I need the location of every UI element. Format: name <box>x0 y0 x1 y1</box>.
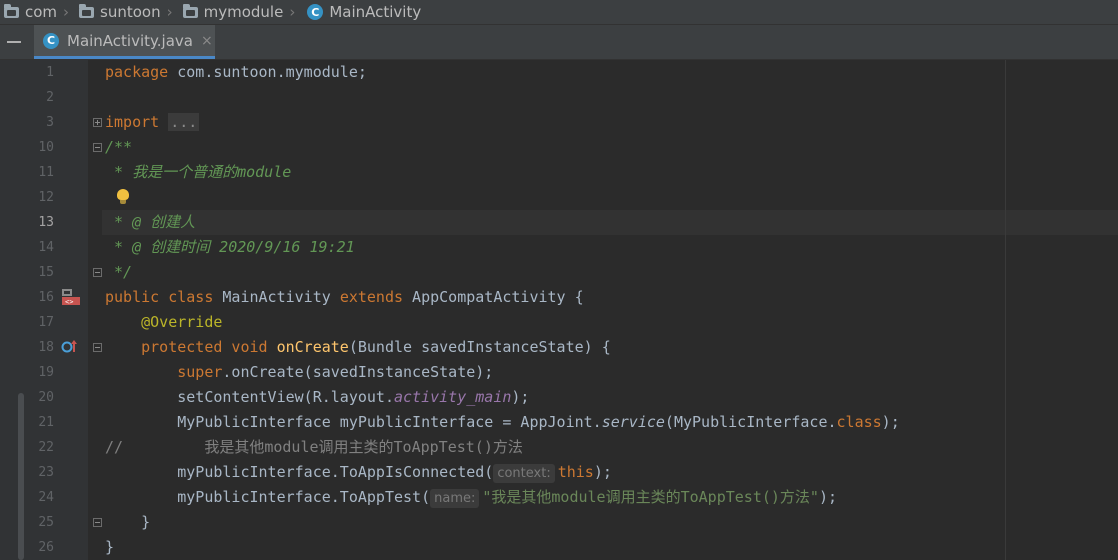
code-line: * @ 创建人 <box>105 213 196 231</box>
fold-end-icon[interactable] <box>93 518 102 527</box>
breadcrumb-label: com <box>25 3 58 21</box>
code-line: } <box>141 513 151 531</box>
code-line: protected void onCreate(Bundle savedInst… <box>141 338 611 356</box>
breadcrumb-item-mymodule[interactable]: mymodule <box>179 0 284 24</box>
line-number: 25 <box>38 515 54 530</box>
line-number: 15 <box>38 265 54 280</box>
breadcrumb-item-com[interactable]: com <box>0 0 57 24</box>
fold-gutter <box>88 60 102 560</box>
breadcrumb-item-suntoon[interactable]: suntoon <box>75 0 161 24</box>
line-number: 11 <box>38 165 54 180</box>
folder-icon <box>4 3 19 18</box>
line-number: 2 <box>46 90 54 105</box>
line-number: 16 <box>38 290 54 305</box>
code-line: myPublicInterface.ToAppTest(name: "我是其他mo… <box>177 488 838 508</box>
code-editor[interactable]: package com.suntoon.mymodule; import ...… <box>102 60 1118 560</box>
code-line: setContentView(R.layout.activity_main); <box>177 388 530 406</box>
code-line: import ... <box>105 113 200 131</box>
line-number: 23 <box>38 465 54 480</box>
code-line: myPublicInterface.ToAppIsConnected(conte… <box>177 463 612 483</box>
line-number: 18 <box>38 340 54 355</box>
editor-tab-bar: C MainActivity.java × <box>0 25 1118 60</box>
collapse-fold-icon[interactable] <box>93 143 102 152</box>
line-number: 20 <box>38 390 54 405</box>
tab-label: MainActivity.java <box>67 31 193 50</box>
svg-text:<>: <> <box>65 298 73 306</box>
code-line: @Override <box>141 313 223 331</box>
line-number: 24 <box>38 490 54 505</box>
breadcrumb-label: MainActivity <box>329 3 422 21</box>
code-line: MyPublicInterface myPublicInterface = Ap… <box>177 413 900 431</box>
class-icon: C <box>43 32 59 49</box>
chevron-right-icon: › <box>166 3 173 21</box>
folder-icon <box>182 3 198 18</box>
right-margin-guide <box>1005 60 1006 560</box>
chevron-right-icon: › <box>289 3 296 21</box>
collapse-fold-icon[interactable] <box>93 343 102 352</box>
code-line: */ <box>105 263 133 281</box>
lightbulb-icon[interactable] <box>117 189 129 204</box>
code-line: package com.suntoon.mymodule; <box>105 63 367 81</box>
folded-imports[interactable]: ... <box>168 113 200 131</box>
breadcrumb-label: suntoon <box>100 3 161 21</box>
line-number: 3 <box>46 115 54 130</box>
code-line: /** <box>105 138 133 156</box>
override-method-icon[interactable] <box>61 338 79 354</box>
expand-fold-icon[interactable] <box>93 118 102 127</box>
code-line: * @ 创建时间 2020/9/16 19:21 <box>105 238 355 256</box>
collapse-panel-button[interactable] <box>0 25 28 59</box>
line-number: 19 <box>38 365 54 380</box>
scroll-indicator[interactable] <box>18 393 24 560</box>
parameter-hint: name: <box>430 489 480 508</box>
folder-icon <box>79 3 95 18</box>
line-number: 14 <box>38 240 54 255</box>
breadcrumb-label: mymodule <box>203 3 284 21</box>
breadcrumb-item-mainactivity[interactable]: C MainActivity <box>301 0 421 24</box>
breadcrumb: com › suntoon › mymodule › C MainActivit… <box>0 0 1118 25</box>
android-layout-icon[interactable]: <> <box>61 288 81 306</box>
line-number: 26 <box>38 540 54 555</box>
line-number: 12 <box>38 190 54 205</box>
side-tool-strip <box>0 60 28 560</box>
code-line: public class MainActivity extends AppCom… <box>105 288 584 306</box>
line-number: 17 <box>38 315 54 330</box>
parameter-hint: context: <box>493 464 555 483</box>
close-tab-button[interactable]: × <box>201 33 213 49</box>
code-line: super.onCreate(savedInstanceState); <box>177 363 494 381</box>
code-line: } <box>105 538 115 556</box>
minus-icon <box>7 41 21 43</box>
line-number: 10 <box>38 140 54 155</box>
tab-mainactivity[interactable]: C MainActivity.java × <box>34 25 215 59</box>
line-number-current: 13 <box>38 215 54 230</box>
code-line: * 我是一个普通的module <box>105 163 292 181</box>
line-number: 21 <box>38 415 54 430</box>
line-number: 1 <box>46 65 54 80</box>
chevron-right-icon: › <box>63 3 70 21</box>
class-icon: C <box>307 4 324 20</box>
current-line-highlight <box>102 210 1118 235</box>
fold-end-icon[interactable] <box>93 268 102 277</box>
line-number: 22 <box>38 440 54 455</box>
code-line: // 我是其他module调用主类的ToAppTest()方法 <box>105 438 523 456</box>
